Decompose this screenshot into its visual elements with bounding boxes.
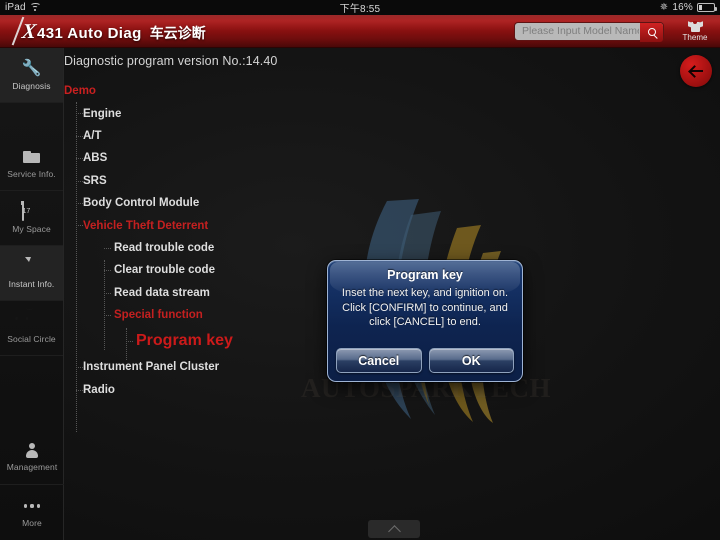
app-logo: X 431 Auto Diag 车云诊断 (0, 16, 206, 45)
tree-node-label: Read trouble code (114, 241, 215, 254)
tree-node-label: Special function (114, 309, 203, 322)
tree-connector (104, 314, 111, 316)
sidebar-item-label: Management (6, 462, 58, 472)
status-time: 下午8:55 (339, 4, 381, 15)
page-title: Diagnostic program version No.:14.40 (64, 54, 278, 68)
tree-node-srs[interactable]: SRS (64, 170, 494, 192)
tree-node-label: A/T (83, 129, 102, 142)
calendar-icon: 17 (21, 201, 42, 221)
tree-node-read-trouble-code[interactable]: Read trouble code (64, 237, 494, 259)
user-icon (24, 443, 40, 459)
tshirt-icon (687, 20, 703, 32)
tree-node-label: Program key (136, 332, 233, 350)
sidebar-item-my-space[interactable]: 17 My Space (0, 191, 63, 246)
tree-connector (76, 180, 83, 182)
tree-node-label: Radio (83, 383, 115, 396)
tree-connector (104, 247, 111, 249)
theme-button[interactable]: Theme (674, 15, 716, 48)
tree-connector (76, 389, 83, 391)
tree-node-label: Engine (83, 107, 122, 120)
ellipsis-icon (22, 497, 42, 515)
sidebar-item-service-info[interactable]: Service Info. (0, 136, 63, 191)
dialog-title: Program key (387, 268, 463, 282)
tree-node-vehicle-theft-deterrent[interactable]: Vehicle Theft Deterrent (64, 214, 494, 236)
tree-connector (126, 341, 133, 343)
arrow-left-icon (689, 70, 703, 72)
home-indicator[interactable] (368, 520, 420, 538)
tree-node-label: Body Control Module (83, 197, 200, 210)
sidebar-item-diagnosis[interactable]: 🔧 Diagnosis (0, 48, 63, 103)
tree-node-label: Read data stream (114, 286, 210, 299)
ios-status-bar: iPad 下午8:55 ✵ 16% (0, 0, 720, 15)
cancel-button[interactable]: Cancel (336, 348, 422, 373)
sidebar-item-label: My Space (12, 223, 51, 234)
tree-node-label: Vehicle Theft Deterrent (83, 219, 209, 232)
sidebar-item-label: More (22, 518, 42, 528)
tree-node-label: Clear trouble code (114, 264, 215, 277)
search-button[interactable] (640, 22, 663, 42)
sidebar-item-label: Service Info. (7, 168, 56, 179)
dialog-message: Inset the next key, and ignition on. Cli… (341, 287, 509, 328)
smiley-icon (15, 308, 42, 331)
main-content: Diagnostic program version No.:14.40 AUT… (64, 48, 720, 540)
tree-node-engine[interactable]: Engine (64, 102, 494, 124)
tree-node-body-control-module[interactable]: Body Control Module (64, 192, 494, 214)
dialog-buttons: Cancel OK (336, 348, 514, 373)
logo-x: X (20, 18, 38, 43)
wrench-icon: 🔧 (21, 59, 42, 77)
tree-node-label: ABS (83, 152, 108, 165)
theme-button-label: Theme (682, 33, 708, 42)
sidebar-bottom: Management More (0, 430, 64, 540)
search-area (514, 21, 664, 42)
tree-node-demo[interactable]: Demo (64, 80, 494, 102)
tree-connector (104, 292, 111, 294)
tree-node-label: Demo (64, 85, 96, 98)
chevron-up-icon (387, 524, 401, 538)
tree-connector (76, 202, 83, 204)
tree-connector (76, 367, 83, 369)
back-button[interactable] (680, 55, 712, 87)
sidebar-item-label: Instant Info. (8, 278, 55, 289)
sidebar-item-management[interactable]: Management (0, 430, 64, 485)
tree-node-label: Instrument Panel Cluster (83, 361, 220, 374)
app-header: X 431 Auto Diag 车云诊断 Theme (0, 15, 720, 48)
tree-node-label: SRS (83, 174, 107, 187)
sidebar-item-social-circle[interactable]: Social Circle (0, 301, 63, 356)
search-icon (647, 28, 656, 36)
tree-connector (104, 270, 111, 272)
sidebar-item-instant-info[interactable]: Instant Info. (0, 246, 63, 301)
chat-icon (22, 258, 42, 276)
program-key-dialog: Program key Inset the next key, and igni… (327, 260, 523, 382)
logo-title: 431 Auto Diag (37, 24, 142, 42)
tree-connector (76, 158, 83, 160)
sidebar-item-more[interactable]: More (0, 485, 64, 540)
tree-connector (76, 135, 83, 137)
sidebar-item-label: Diagnosis (12, 80, 51, 91)
ok-button[interactable]: OK (428, 348, 514, 373)
logo-title-cn: 车云诊断 (149, 24, 206, 41)
folder-icon (22, 148, 42, 166)
tree-connector (76, 113, 83, 115)
tree-node-at[interactable]: A/T (64, 125, 494, 147)
tree-connector (76, 225, 83, 227)
battery-icon (697, 3, 717, 12)
tree-node-radio[interactable]: Radio (64, 379, 494, 401)
sidebar-item-label: Social Circle (7, 333, 56, 344)
tree-node-abs[interactable]: ABS (64, 147, 494, 169)
left-sidebar: 🔧 Diagnosis Service Info. 17 My Space In… (0, 48, 64, 540)
